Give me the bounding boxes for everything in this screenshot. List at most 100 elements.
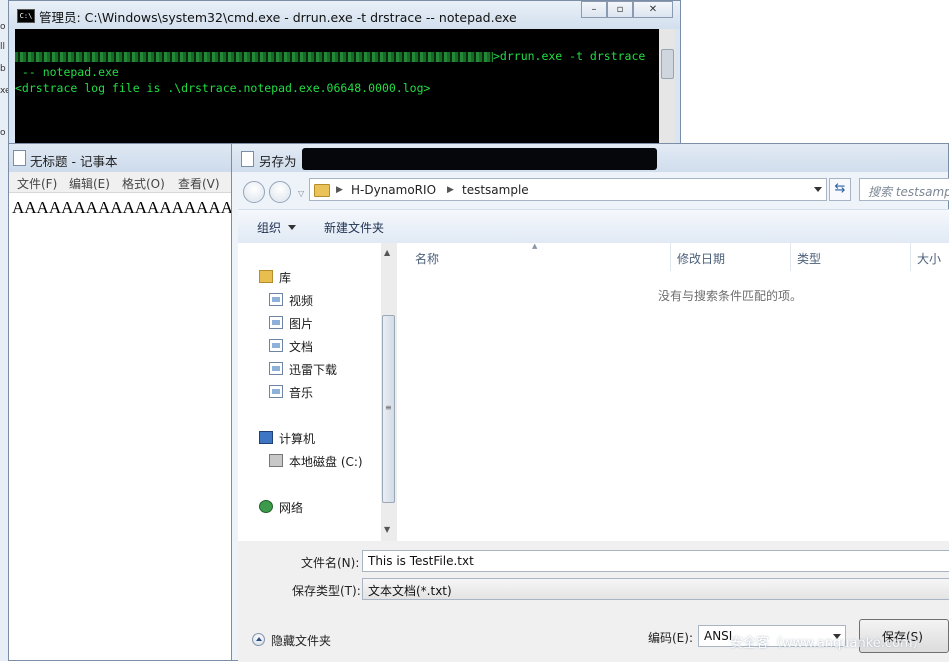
encoding-value: ANSI bbox=[704, 629, 733, 643]
menu-file[interactable]: 文件(F) bbox=[17, 175, 57, 192]
console-command-tail: >drrun.exe -t drstrace bbox=[493, 49, 646, 63]
back-button[interactable] bbox=[243, 181, 265, 203]
notepad-menubar: 文件(F) 编辑(E) 格式(O) 查看(V) bbox=[9, 172, 232, 193]
column-name-label: 名称 bbox=[415, 252, 440, 266]
navigation-pane: 库 视频 图片 文档 迅雷下载 音乐 计算机 本地磁盘 (C:) 网络 bbox=[238, 243, 381, 541]
sort-ascending-icon: ▲ bbox=[532, 242, 538, 250]
dialog-titlebar[interactable]: 另存为 bbox=[232, 144, 948, 172]
desktop-edge-text: b bbox=[0, 64, 6, 74]
console-scroll-thumb[interactable] bbox=[661, 49, 674, 79]
nav-pictures[interactable]: 图片 bbox=[289, 315, 313, 332]
console-scrollbar[interactable] bbox=[659, 29, 675, 151]
scroll-up-icon[interactable]: ▲ bbox=[384, 248, 390, 257]
dialog-content: 库 视频 图片 文档 迅雷下载 音乐 计算机 本地磁盘 (C:) 网络 ▲ ≡ … bbox=[238, 242, 949, 541]
hide-folders-button[interactable]: 隐藏文件夹 bbox=[271, 632, 331, 649]
organize-dropdown-icon[interactable] bbox=[288, 225, 296, 230]
local-disk-icon bbox=[269, 454, 283, 467]
column-size-label: 大小 bbox=[917, 252, 942, 266]
console-line-3: <drstrace log file is .\drstrace.notepad… bbox=[15, 81, 431, 95]
address-bar[interactable]: ▶ H-DynamoRIO ▶ testsample bbox=[309, 178, 827, 201]
navigation-row: ▽ ▶ H-DynamoRIO ▶ testsample ⇆ 搜索 testsa… bbox=[232, 173, 949, 207]
minimize-button[interactable]: – bbox=[581, 1, 607, 18]
empty-message: 没有与搜索条件匹配的项。 bbox=[658, 289, 803, 303]
breadcrumb-separator-icon[interactable]: ▶ bbox=[447, 185, 454, 195]
nav-computer[interactable]: 计算机 bbox=[279, 430, 315, 447]
navigation-scrollbar[interactable]: ▲ ≡ ▼ bbox=[381, 243, 397, 541]
organize-button[interactable]: 组织 bbox=[257, 219, 281, 236]
desktop-edge-text: ll bbox=[0, 42, 6, 52]
file-list[interactable]: 名称 ▲ 修改日期 类型 大小 没有与搜索条件匹配的项。 bbox=[398, 242, 949, 541]
encoding-label: 编码(E): bbox=[648, 631, 693, 645]
notepad-text-area[interactable]: AAAAAAAAAAAAAAAAAA bbox=[12, 198, 233, 218]
scroll-down-icon[interactable]: ▼ bbox=[384, 525, 390, 534]
filename-value: This is TestFile.txt bbox=[368, 554, 474, 568]
address-dropdown-icon[interactable] bbox=[814, 187, 822, 192]
console-window[interactable]: C:\ 管理员: C:\Windows\system32\cmd.exe - d… bbox=[8, 0, 681, 151]
dialog-toolbar: 组织 新建文件夹 bbox=[238, 209, 949, 245]
hide-folders-icon[interactable] bbox=[252, 633, 265, 646]
nav-videos[interactable]: 视频 bbox=[289, 292, 313, 309]
column-name[interactable]: 名称 ▲ bbox=[398, 242, 671, 271]
computer-icon bbox=[259, 431, 273, 444]
filetype-label: 保存类型(T): bbox=[292, 584, 361, 598]
thunder-library-icon bbox=[269, 362, 283, 375]
nav-libraries[interactable]: 库 bbox=[279, 269, 291, 286]
column-date-modified[interactable]: 修改日期 bbox=[671, 243, 791, 271]
menu-format[interactable]: 格式(O) bbox=[122, 175, 165, 192]
filetype-select[interactable]: 文本文档(*.txt) bbox=[362, 578, 949, 600]
nav-thunder-download[interactable]: 迅雷下载 bbox=[289, 361, 337, 378]
console-output[interactable]: >drrun.exe -t drstrace -- notepad.exe <d… bbox=[15, 29, 659, 151]
console-titlebar[interactable]: C:\ 管理员: C:\Windows\system32\cmd.exe - d… bbox=[9, 1, 680, 29]
maximize-button[interactable]: ▫ bbox=[607, 1, 633, 18]
notepad-titlebar[interactable]: 无标题 - 记事本 bbox=[9, 144, 232, 172]
console-line-1: >drrun.exe -t drstrace bbox=[15, 49, 645, 63]
filename-label: 文件名(N): bbox=[301, 556, 360, 570]
desktop-edge: o ll b xe o bbox=[0, 0, 11, 661]
breadcrumb-h-dynamorio[interactable]: H-DynamoRIO bbox=[351, 183, 436, 197]
filename-input[interactable]: This is TestFile.txt bbox=[362, 550, 949, 572]
music-library-icon bbox=[269, 385, 283, 398]
search-input[interactable]: 搜索 testsample bbox=[859, 178, 949, 201]
filetype-value: 文本文档(*.txt) bbox=[368, 584, 452, 598]
desktop-edge-text: o bbox=[0, 22, 6, 32]
forward-button[interactable] bbox=[269, 181, 291, 203]
notepad-window[interactable]: 无标题 - 记事本 文件(F) 编辑(E) 格式(O) 查看(V) AAAAAA… bbox=[8, 143, 233, 661]
dialog-title: 另存为 bbox=[259, 154, 297, 169]
console-window-buttons: – ▫ ✕ bbox=[581, 1, 673, 19]
menu-view[interactable]: 查看(V) bbox=[178, 175, 220, 192]
save-as-dialog[interactable]: 另存为 ▽ ▶ H-DynamoRIO ▶ testsample ⇆ 搜索 te… bbox=[231, 143, 949, 662]
folder-icon bbox=[314, 184, 330, 197]
redacted-path bbox=[15, 51, 493, 62]
column-type-label: 类型 bbox=[797, 252, 822, 266]
notepad-icon bbox=[13, 150, 26, 166]
picture-library-icon bbox=[269, 316, 283, 329]
column-type[interactable]: 类型 bbox=[791, 243, 911, 271]
breadcrumb-separator-icon[interactable]: ▶ bbox=[336, 185, 343, 195]
scroll-grip-icon: ≡ bbox=[385, 403, 392, 412]
breadcrumb-testsample[interactable]: testsample bbox=[462, 183, 529, 197]
console-app-icon: C:\ bbox=[17, 9, 35, 23]
video-library-icon bbox=[269, 293, 283, 306]
watermark: 安全客（www.anquanke.com） bbox=[730, 636, 926, 651]
nav-network[interactable]: 网络 bbox=[279, 499, 303, 516]
desktop-edge-text: o bbox=[0, 128, 6, 138]
menu-edit[interactable]: 编辑(E) bbox=[69, 175, 110, 192]
search-placeholder: 搜索 testsample bbox=[868, 185, 949, 199]
column-size[interactable]: 大小 bbox=[911, 243, 949, 271]
close-button[interactable]: ✕ bbox=[633, 1, 673, 18]
titlebar-shadow bbox=[302, 148, 657, 170]
nav-music[interactable]: 音乐 bbox=[289, 384, 313, 401]
network-icon bbox=[259, 500, 273, 513]
nav-documents[interactable]: 文档 bbox=[289, 338, 313, 355]
libraries-icon bbox=[259, 270, 273, 283]
dialog-icon bbox=[241, 151, 254, 167]
console-line-2: -- notepad.exe bbox=[15, 65, 119, 79]
refresh-button[interactable]: ⇆ bbox=[829, 178, 851, 201]
nav-local-disk[interactable]: 本地磁盘 (C:) bbox=[289, 453, 363, 470]
history-dropdown-icon[interactable]: ▽ bbox=[298, 189, 304, 198]
console-title: 管理员: C:\Windows\system32\cmd.exe - drrun… bbox=[39, 10, 517, 25]
column-date-label: 修改日期 bbox=[677, 252, 726, 266]
new-folder-button[interactable]: 新建文件夹 bbox=[324, 219, 384, 236]
document-library-icon bbox=[269, 339, 283, 352]
notepad-title: 无标题 - 记事本 bbox=[30, 154, 118, 169]
